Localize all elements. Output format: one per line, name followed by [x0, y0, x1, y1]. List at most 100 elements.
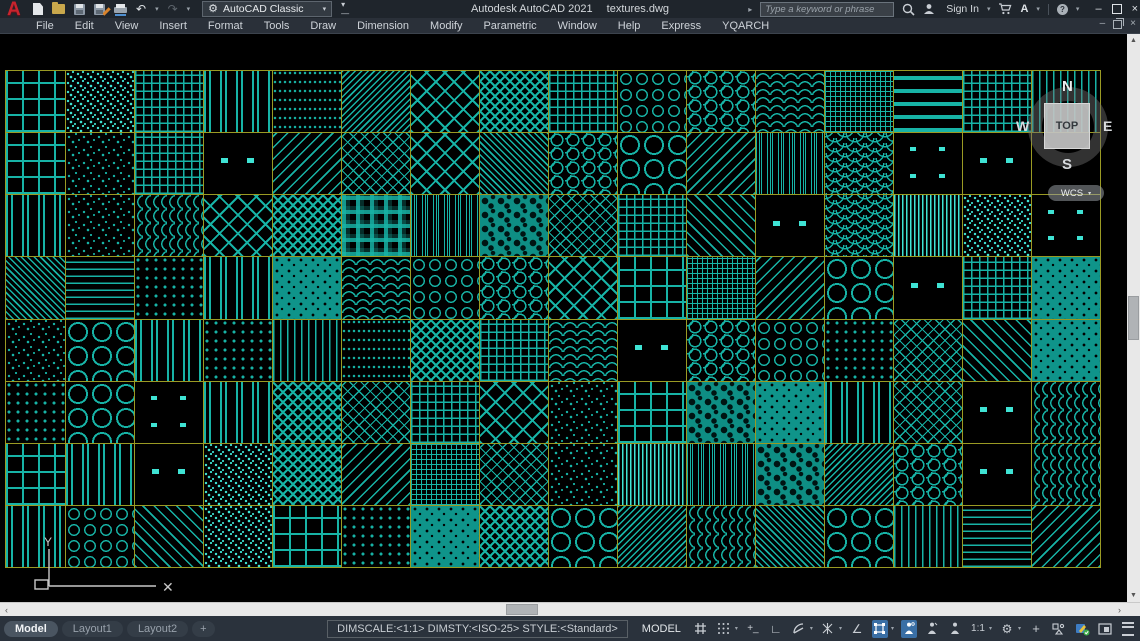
- hatch-swatch-ringslg[interactable]: [825, 506, 893, 567]
- hatch-swatch-speckle2[interactable]: [66, 71, 134, 132]
- doc-minimize-button[interactable]: –: [1100, 19, 1106, 29]
- hatch-swatch-sparse2[interactable]: [963, 133, 1031, 194]
- hatch-swatch-speckle[interactable]: [6, 320, 65, 381]
- hatch-swatch-diag135d[interactable]: [825, 444, 893, 505]
- crosshair-icon[interactable]: +: [1028, 620, 1044, 638]
- hatch-swatch-gridsm[interactable]: [963, 257, 1031, 318]
- close-button[interactable]: ×: [1132, 3, 1138, 15]
- viewcube-top-face[interactable]: TOP: [1044, 103, 1090, 149]
- plot-icon[interactable]: [114, 4, 127, 15]
- menu-express[interactable]: Express: [661, 20, 701, 32]
- hatch-swatch-rings[interactable]: [618, 71, 686, 132]
- hardware-acceleration-icon[interactable]: [1074, 620, 1090, 638]
- hatch-swatch-ringslg[interactable]: [549, 506, 617, 567]
- hatch-swatch-speckle2[interactable]: [204, 444, 272, 505]
- hatch-swatch-vgroup[interactable]: [825, 382, 893, 443]
- hatch-swatch-speckle[interactable]: [549, 444, 617, 505]
- hatch-swatch-cross[interactable]: [480, 444, 548, 505]
- hatch-swatch-sparse2[interactable]: [204, 133, 272, 194]
- hatch-swatch-gridsm[interactable]: [480, 320, 548, 381]
- snap-mode-icon[interactable]: [716, 620, 732, 638]
- hatch-swatch-diag135[interactable]: [342, 444, 410, 505]
- help-dropdown-icon[interactable]: ▾: [1076, 5, 1080, 13]
- hatch-swatch-hlines[interactable]: [66, 257, 134, 318]
- polar-dropdown-icon[interactable]: ▾: [810, 625, 813, 632]
- hatch-swatch-diag45[interactable]: [687, 195, 755, 256]
- snap-dropdown-icon[interactable]: ▾: [735, 625, 738, 632]
- hatch-swatch-wavesv[interactable]: [687, 506, 755, 567]
- autocad-logo-icon[interactable]: A: [7, 0, 21, 20]
- horizontal-scrollbar[interactable]: ‹ ›: [0, 602, 1140, 616]
- hatch-swatch-vgroup[interactable]: [6, 195, 65, 256]
- hatch-swatch-chevv[interactable]: [480, 506, 548, 567]
- hatch-swatch-plaid[interactable]: [342, 195, 410, 256]
- hatch-swatch-cross[interactable]: [549, 195, 617, 256]
- undo-icon[interactable]: ↶: [136, 4, 146, 14]
- hatch-swatch-ringslg[interactable]: [618, 133, 686, 194]
- search-input[interactable]: [760, 2, 894, 17]
- hatch-swatch-gridlg[interactable]: [618, 382, 686, 443]
- hatch-swatch-vlines[interactable]: [894, 506, 962, 567]
- hatch-swatch-speckle2[interactable]: [204, 506, 272, 567]
- hatch-swatch-vlinesd[interactable]: [618, 444, 686, 505]
- hatch-swatch-pebbles[interactable]: [756, 444, 824, 505]
- isodraft-dropdown-icon[interactable]: ▾: [839, 625, 842, 632]
- ortho-mode-icon[interactable]: ∟: [768, 620, 784, 638]
- hatch-swatch-scales[interactable]: [825, 195, 893, 256]
- hatch-swatch-ringslg[interactable]: [825, 257, 893, 318]
- hatch-swatch-scales[interactable]: [825, 133, 893, 194]
- hatch-swatch-pebbles[interactable]: [480, 195, 548, 256]
- hatch-swatch-dotrows[interactable]: [342, 320, 410, 381]
- redo-icon[interactable]: ↷: [168, 4, 178, 14]
- hatch-swatch-wood[interactable]: [411, 195, 479, 256]
- hatch-swatch-sparse2[interactable]: [963, 444, 1031, 505]
- hatch-swatch-hlines[interactable]: [963, 506, 1031, 567]
- save-icon[interactable]: [74, 4, 85, 15]
- hatch-swatch-diamond[interactable]: [549, 257, 617, 318]
- hatch-swatch-vgroup[interactable]: [66, 444, 134, 505]
- menu-edit[interactable]: Edit: [75, 20, 94, 32]
- tab-layout1[interactable]: Layout1: [62, 621, 123, 637]
- minimize-button[interactable]: –: [1095, 3, 1101, 15]
- clean-screen-icon[interactable]: [1097, 620, 1113, 638]
- sign-in-dropdown-icon[interactable]: ▾: [987, 5, 991, 13]
- hatch-swatch-diag135d[interactable]: [342, 71, 410, 132]
- hatch-swatch-dotrows[interactable]: [273, 71, 341, 132]
- hatch-swatch-vgroup[interactable]: [204, 382, 272, 443]
- object-snap-tracking-icon[interactable]: ∠: [849, 620, 865, 638]
- doc-restore-button[interactable]: [1113, 20, 1122, 29]
- menu-file[interactable]: File: [36, 20, 54, 32]
- menu-modify[interactable]: Modify: [430, 20, 462, 32]
- hatch-swatch-gridsm[interactable]: [135, 133, 203, 194]
- hatch-swatch-rings[interactable]: [756, 320, 824, 381]
- menu-draw[interactable]: Draw: [310, 20, 336, 32]
- hatch-swatch-diag135d[interactable]: [618, 506, 686, 567]
- hatch-swatch-sparse2[interactable]: [756, 195, 824, 256]
- hatch-swatch-hex[interactable]: [687, 71, 755, 132]
- autoscale-icon[interactable]: [924, 620, 940, 638]
- hatch-swatch-dots[interactable]: [6, 382, 65, 443]
- hatch-swatch-sparse2[interactable]: [135, 444, 203, 505]
- grid-display-icon[interactable]: [693, 620, 709, 638]
- autodesk-dropdown-icon[interactable]: ▾: [1036, 5, 1040, 13]
- hatch-swatch-sparse2[interactable]: [618, 320, 686, 381]
- drawing-canvas[interactable]: TOP N W E S WCS ▾ Y ✕ ▲ ▼: [0, 34, 1140, 602]
- viewcube-south[interactable]: S: [1062, 156, 1072, 173]
- doc-close-button[interactable]: ×: [1130, 19, 1136, 29]
- hatch-swatch-vlines[interactable]: [273, 320, 341, 381]
- hatch-swatch-chevv[interactable]: [273, 444, 341, 505]
- hatch-swatch-speckle2[interactable]: [963, 195, 1031, 256]
- hatch-swatch-cross[interactable]: [894, 382, 962, 443]
- isolate-objects-icon[interactable]: [1051, 620, 1067, 638]
- hatch-swatch-dots[interactable]: [204, 320, 272, 381]
- hatch-swatch-diag45[interactable]: [963, 320, 1031, 381]
- hatch-swatch-chevv[interactable]: [480, 71, 548, 132]
- annotation-scale-icon[interactable]: [947, 620, 963, 638]
- hatch-swatch-solid[interactable]: [1032, 320, 1100, 381]
- hatch-swatch-sparse2[interactable]: [894, 257, 962, 318]
- hatch-swatch-wavesv[interactable]: [1032, 382, 1100, 443]
- hatch-swatch-gridlg[interactable]: [6, 133, 65, 194]
- annotation-scale-value[interactable]: 1:1: [970, 620, 986, 638]
- hatch-swatch-hex[interactable]: [894, 444, 962, 505]
- menu-window[interactable]: Window: [558, 20, 597, 32]
